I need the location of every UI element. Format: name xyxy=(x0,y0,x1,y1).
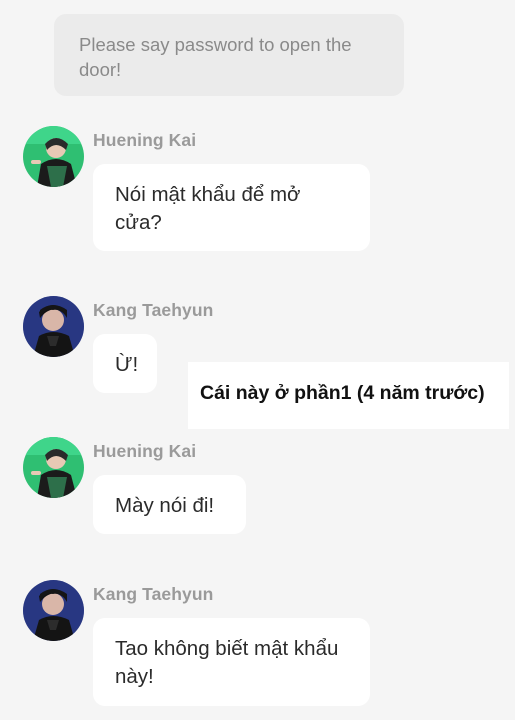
chat-message: Huening Kai Nói mật khẩu để mở cửa? xyxy=(0,126,515,251)
overlay-note-label: Cái này ở phần1 (4 năm trước) xyxy=(188,362,509,429)
kang-taehyun-avatar[interactable] xyxy=(23,296,84,357)
message-text: Nói mật khẩu để mở cửa? xyxy=(115,183,301,234)
chat-message: Kang Taehyun Tao không biết mật khẩu này… xyxy=(0,580,515,708)
message-bubble: Tao không biết mật khẩu này! xyxy=(93,618,370,706)
sender-name: Huening Kai xyxy=(93,441,197,461)
sender-name: Kang Taehyun xyxy=(93,300,214,320)
message-text: Tao không biết mật khẩu này! xyxy=(115,637,339,688)
message-bubble: Ừ! xyxy=(93,334,157,393)
kang-taehyun-avatar[interactable] xyxy=(23,580,84,641)
chat-message: Huening Kai Mày nói đi! xyxy=(0,437,515,537)
sender-name: Kang Taehyun xyxy=(93,584,214,604)
system-message-bubble: Please say password to open the door! xyxy=(54,14,404,96)
message-text: Mày nói đi! xyxy=(115,494,215,517)
message-bubble: Mày nói đi! xyxy=(93,475,246,534)
message-bubble: Nói mật khẩu để mở cửa? xyxy=(93,164,370,251)
system-message-text: Please say password to open the door! xyxy=(79,34,352,80)
message-text: Ừ! xyxy=(115,353,139,376)
huening-kai-avatar[interactable] xyxy=(23,126,84,187)
overlay-note-text: Cái này ở phần1 (4 năm trước) xyxy=(200,382,485,404)
huening-kai-avatar[interactable] xyxy=(23,437,84,498)
sender-name: Huening Kai xyxy=(93,130,197,150)
